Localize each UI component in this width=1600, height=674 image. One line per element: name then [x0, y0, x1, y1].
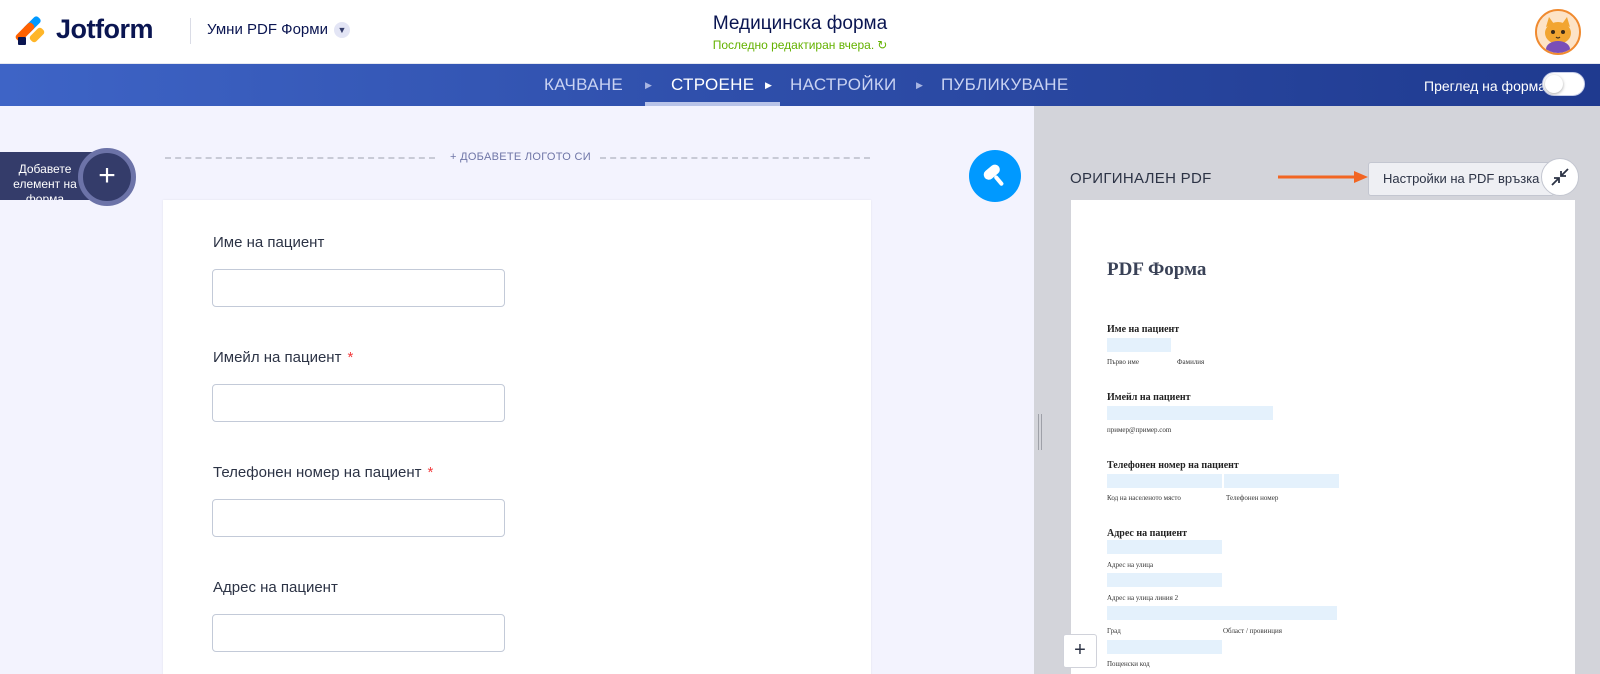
jotform-logo[interactable]: Jotform: [14, 14, 154, 45]
zoom-in-button[interactable]: +: [1063, 634, 1097, 668]
paint-roller-icon: [983, 164, 1004, 186]
field-label-patient-email: Имейл на пациент *: [213, 349, 353, 366]
required-asterisk: *: [427, 464, 434, 481]
cat-avatar-icon: [1537, 11, 1579, 53]
pdf-field-phone-number[interactable]: [1224, 474, 1339, 488]
top-header: Jotform Умни PDF Форми ▼ Медицинска форм…: [0, 0, 1600, 64]
form-preview-toggle[interactable]: [1542, 72, 1585, 96]
field-label-text: Име на пациент: [213, 234, 325, 251]
pdf-field-first-name[interactable]: [1107, 338, 1171, 352]
pdf-sublabel: Пощенски код: [1107, 660, 1150, 668]
pdf-sublabel: Град: [1107, 627, 1121, 635]
pdf-sublabel: Област / провинция: [1223, 627, 1282, 635]
required-asterisk: *: [347, 349, 354, 366]
toggle-knob: [1545, 75, 1563, 93]
pdf-sublabel: Адрес на улица: [1107, 561, 1154, 569]
field-label-patient-address: Адрес на пациент: [213, 579, 338, 596]
refresh-icon[interactable]: ↻: [877, 38, 887, 52]
plus-icon[interactable]: +: [78, 148, 136, 206]
avatar[interactable]: [1535, 9, 1581, 55]
patient-phone-input[interactable]: [212, 499, 505, 537]
jotform-logo-icon: [14, 14, 46, 45]
form-preview-label: Преглед на форма: [1424, 78, 1547, 94]
pdf-sublabel: пример@пример.com: [1107, 426, 1172, 434]
patient-name-input[interactable]: [212, 269, 505, 307]
pdf-sublabel: Адрес на улица линия 2: [1107, 594, 1179, 602]
patient-email-input[interactable]: [212, 384, 505, 422]
product-name: Умни PDF Форми: [207, 21, 328, 38]
pdf-field-street2[interactable]: [1107, 573, 1222, 587]
arrow-right-icon: [1278, 171, 1368, 183]
pdf-heading: PDF Форма: [1107, 259, 1207, 280]
pdf-sublabel: Първо име: [1107, 358, 1139, 366]
pdf-field-area-code[interactable]: [1107, 474, 1222, 488]
field-label-patient-name: Име на пациент: [213, 234, 324, 251]
logo-dashed-line: [165, 157, 435, 159]
patient-address-input[interactable]: [212, 614, 505, 652]
add-logo-link[interactable]: + ДОБАВЕТЕ ЛОГОТО СИ: [450, 151, 591, 163]
pdf-sublabel: Телефонен номер: [1226, 494, 1279, 502]
chevron-right-icon: ▶: [765, 80, 772, 90]
field-label-patient-phone: Телефонен номер на пациент *: [213, 464, 433, 481]
chevron-right-icon: ▶: [916, 80, 923, 90]
builder-nav: КАЧВАНЕ ▶ СТРОЕНЕ ▶ НАСТРОЙКИ ▶ ПУБЛИКУВ…: [0, 64, 1600, 106]
tab-upload[interactable]: КАЧВАНЕ: [544, 64, 623, 106]
pdf-page: PDF Форма Име на пациент Първо име Фамил…: [1071, 200, 1575, 674]
tab-build[interactable]: СТРОЕНЕ: [644, 64, 781, 106]
pdf-label-name: Име на пациент: [1107, 324, 1180, 335]
field-label-text: Адрес на пациент: [213, 579, 338, 596]
pdf-field-street[interactable]: [1107, 540, 1222, 554]
form-card: Име на пациент Имейл на пациент * Телефон…: [163, 200, 871, 674]
pdf-label-address: Адрес на пациент: [1107, 528, 1187, 539]
header-divider: [190, 18, 191, 44]
field-label-text: Имейл на пациент: [213, 349, 342, 366]
pdf-sublabel: Код на населеното място: [1107, 494, 1181, 502]
pdf-label-email: Имейл на пациент: [1107, 392, 1191, 403]
pdf-sublabel: Фамилия: [1177, 358, 1205, 366]
field-label-text: Телефонен номер на пациент: [213, 464, 422, 481]
original-pdf-title: ОРИГИНАЛЕН PDF: [1070, 170, 1212, 187]
chevron-down-icon: ▼: [333, 21, 350, 38]
drag-handle-icon[interactable]: [1038, 414, 1042, 450]
pdf-field-postal[interactable]: [1107, 640, 1222, 654]
pdf-link-settings-button[interactable]: Настройки на PDF връзка: [1368, 162, 1555, 196]
brand-name: Jotform: [56, 14, 154, 44]
pdf-field-email[interactable]: [1107, 406, 1273, 420]
chevron-right-icon: ▶: [645, 80, 652, 90]
collapse-icon: [1551, 168, 1569, 186]
pane-splitter[interactable]: [1034, 106, 1046, 674]
collapse-button[interactable]: [1541, 158, 1579, 196]
tab-publish[interactable]: ПУБЛИКУВАНЕ: [941, 64, 1068, 106]
last-edited-status: Последно редактиран вчера. ↻: [0, 38, 1600, 52]
last-edited-text: Последно редактиран вчера.: [712, 38, 875, 52]
tab-settings[interactable]: НАСТРОЙКИ: [790, 64, 897, 106]
logo-dashed-line: [600, 157, 870, 159]
form-designer-button[interactable]: [969, 150, 1021, 202]
product-switcher[interactable]: Умни PDF Форми ▼: [207, 21, 350, 38]
pdf-field-city-region[interactable]: [1107, 606, 1337, 620]
pdf-label-phone: Телефонен номер на пациент: [1107, 460, 1239, 471]
